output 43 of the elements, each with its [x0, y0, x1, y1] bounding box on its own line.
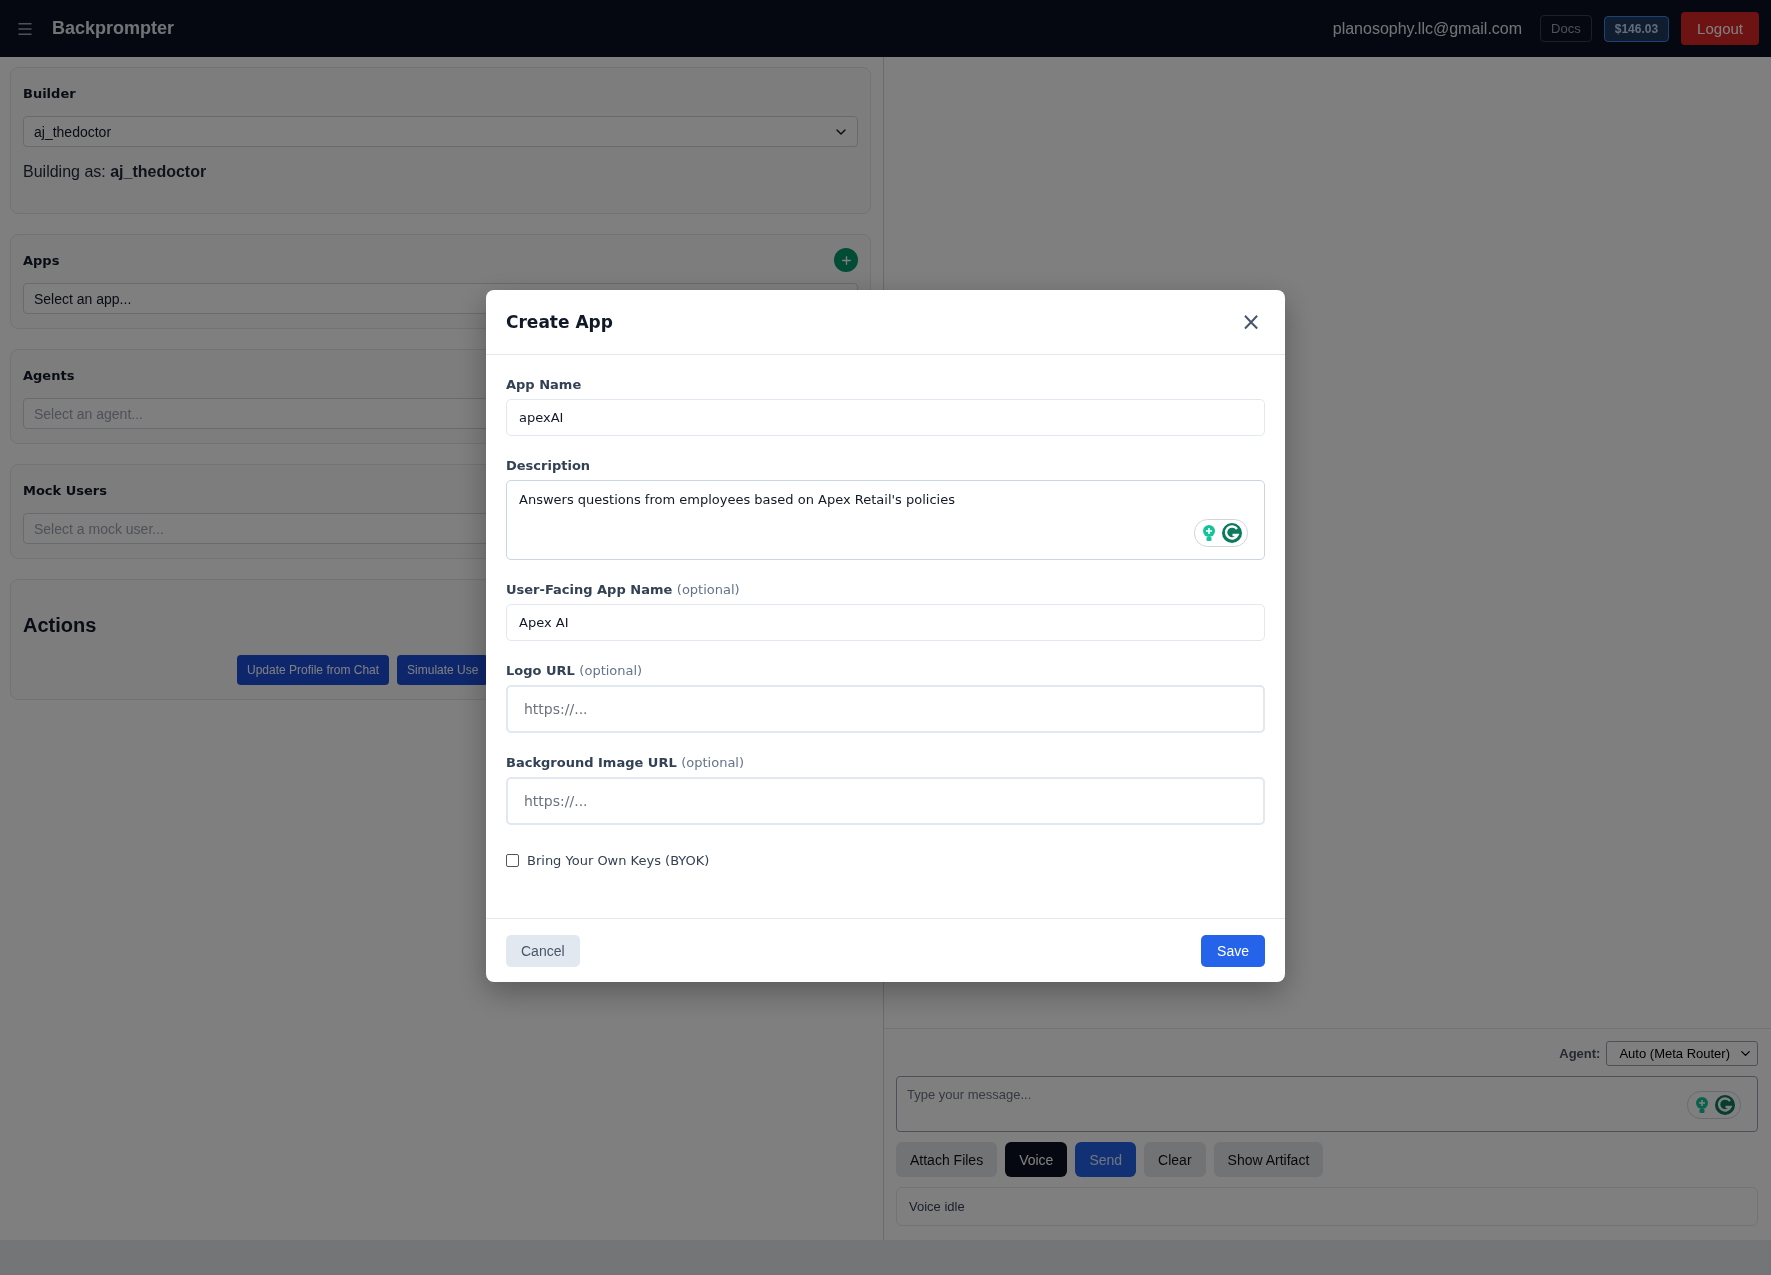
field-label: Logo URL (optional)	[506, 663, 644, 678]
cancel-button[interactable]: Cancel	[506, 934, 580, 967]
panel-title: Builder	[23, 85, 76, 101]
chat-button[interactable]: Send	[1075, 1142, 1137, 1177]
field-label: User-Facing App Name (optional)	[506, 582, 741, 597]
writing-assistant-icon[interactable]	[1194, 519, 1248, 547]
docs-button[interactable]: Docs	[1540, 15, 1592, 42]
message-input[interactable]: Type your message...	[896, 1076, 1758, 1132]
panel-title: Apps	[23, 252, 60, 268]
panel-title: Agents	[23, 367, 75, 383]
writing-assistant-icon[interactable]	[1687, 1091, 1741, 1119]
action-button[interactable]: Update Profile from Chat	[237, 655, 390, 685]
balance-badge: $146.03	[1603, 15, 1670, 42]
chat-button[interactable]: Clear	[1144, 1142, 1206, 1177]
voice-status: Voice idle	[896, 1187, 1758, 1226]
action-button[interactable]: Simulate Use	[397, 655, 489, 685]
input-field[interactable]: Apex AI	[506, 604, 1265, 641]
description-field[interactable]: Answers questions from employees based on Apex Retail's policies	[506, 480, 1265, 560]
dialog-title: Create App	[506, 312, 613, 332]
input-field[interactable]: https://...	[506, 777, 1265, 825]
select-field[interactable]: aj_thedoctor	[23, 116, 858, 147]
chat-button[interactable]: Voice	[1005, 1142, 1068, 1177]
checkbox[interactable]	[506, 854, 519, 867]
user-email: planosophy.llc@gmail.com	[1332, 19, 1523, 38]
field-label: Background Image URL (optional)	[506, 755, 746, 770]
chat-button[interactable]: Show Artifact	[1213, 1142, 1324, 1177]
input-field[interactable]: https://...	[506, 685, 1265, 733]
agent-select[interactable]: Auto (Meta Router)	[1606, 1041, 1758, 1066]
logout-button[interactable]: Logout	[1681, 12, 1759, 45]
add-button[interactable]	[834, 248, 858, 272]
field-label: App Name	[506, 377, 583, 392]
checkbox-label: Bring Your Own Keys (BYOK)	[527, 853, 710, 868]
save-button[interactable]: Save	[1201, 934, 1265, 967]
app-title: Backprompter	[52, 18, 176, 39]
input-field[interactable]: apexAI	[506, 399, 1265, 436]
building-as-text: Building as: aj_thedoctor	[23, 162, 208, 182]
panel-title: Mock Users	[23, 482, 107, 498]
chat-button[interactable]: Attach Files	[896, 1142, 998, 1177]
field-label: Description	[506, 458, 592, 473]
close-button[interactable]: ×	[1236, 310, 1265, 334]
actions-title: Actions	[23, 614, 97, 637]
plus-icon	[839, 253, 853, 267]
agent-label: Agent:	[1559, 1046, 1601, 1061]
